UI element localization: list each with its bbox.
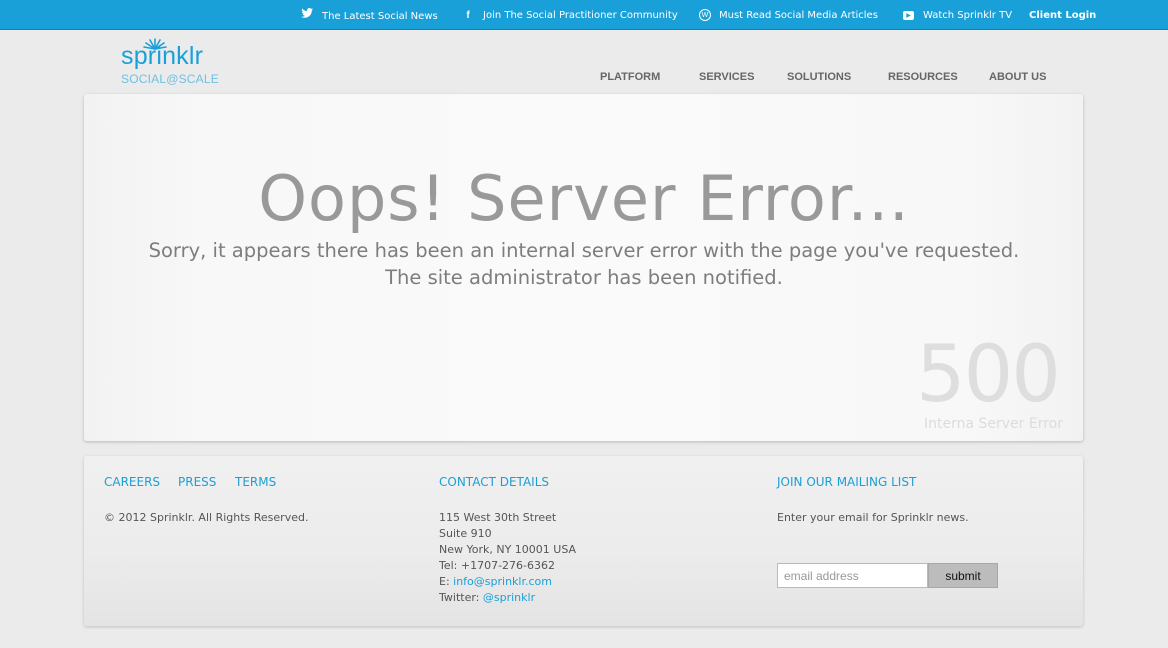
nav-solutions[interactable]: SOLUTIONS [787,71,851,83]
social-media-articles-link[interactable]: W Must Read Social Media Articles [699,0,878,29]
contact-twitter-prefix: Twitter: [439,591,483,604]
error-message-line-2: The site administrator has been notified… [385,266,783,289]
sprinklr-logo[interactable]: sprinklr SOCIAL@SCALE [121,38,231,88]
sprinklr-tv-label: Watch Sprinklr TV [923,10,1013,21]
wordpress-icon: W [699,9,711,21]
nav-services[interactable]: SERVICES [699,71,754,83]
client-login-link[interactable]: Client Login [1029,0,1096,29]
facebook-icon: f [466,10,470,21]
sprinklr-tv-link[interactable]: ▶ Watch Sprinklr TV [903,0,1012,29]
nav-about-us[interactable]: ABOUT US [989,71,1046,83]
contact-email-prefix: E: [439,575,454,588]
submit-button[interactable]: submit [928,563,998,588]
nav-resources[interactable]: RESOURCES [888,71,958,83]
top-bar: The Latest Social News f Join The Social … [0,0,1168,30]
mailing-list-heading: JOIN OUR MAILING LIST [777,475,917,489]
contact-twitter-row: Twitter: @sprinklr [439,590,576,606]
social-practitioner-community-label: Join The Social Practitioner Community [483,10,678,21]
contact-details-heading: CONTACT DETAILS [439,475,549,489]
footer-terms-link[interactable]: TERMS [235,475,276,489]
address-line-3: New York, NY 10001 USA [439,543,577,556]
address-line-2: Suite 910 [439,527,492,540]
contact-twitter-link[interactable]: @sprinklr [483,591,535,604]
latest-social-news-label: The Latest Social News [322,11,438,22]
youtube-icon: ▶ [903,10,914,20]
social-practitioner-community-link[interactable]: f Join The Social Practitioner Community [463,0,678,29]
error-title: Oops! Server Error... [258,162,910,235]
footer [84,456,1083,626]
error-code: 500 [916,330,1061,420]
contact-email-link[interactable]: info@sprinklr.com [453,575,552,588]
contact-details: 115 West 30th Street Suite 910 New York,… [439,510,576,606]
contact-email-row: E: info@sprinklr.com [439,574,576,590]
latest-social-news-link[interactable]: The Latest Social News [301,0,438,29]
social-media-articles-label: Must Read Social Media Articles [719,10,878,21]
contact-telephone: Tel: +1707-276-6362 [439,559,556,572]
footer-careers-link[interactable]: CAREERS [104,475,160,489]
error-message-line-1: Sorry, it appears there has been an inte… [148,239,1020,262]
email-field[interactable] [777,563,928,588]
copyright: © 2012 Sprinklr. All Rights Reserved. [104,511,309,524]
nav-platform[interactable]: PLATFORM [600,71,660,83]
twitter-icon [301,0,313,32]
footer-press-link[interactable]: PRESS [178,475,216,489]
address-line-1: 115 West 30th Street [439,511,557,524]
error-code-caption: Interna Server Error [924,416,1064,432]
mailing-list-text: Enter your email for Sprinklr news. [777,511,969,524]
logo-wordmark: sprinklr [121,42,204,70]
logo-tagline: SOCIAL@SCALE [121,72,219,86]
